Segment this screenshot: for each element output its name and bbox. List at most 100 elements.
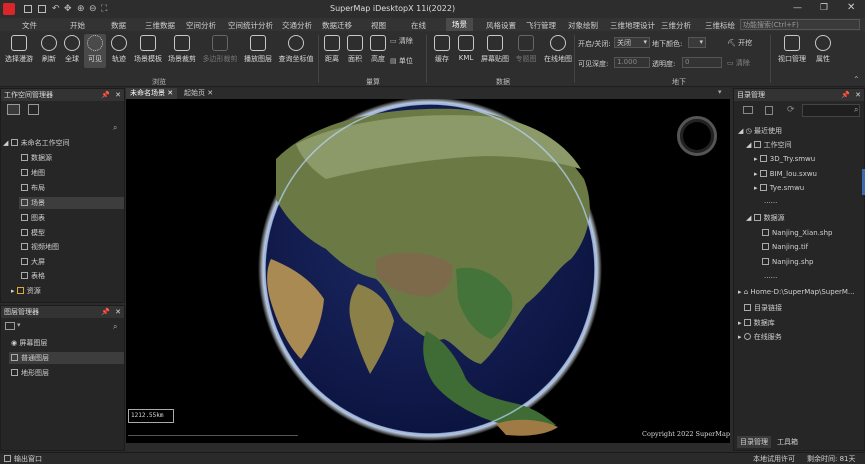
tree-item-model[interactable]: 模型 (21, 228, 45, 238)
tree-item-map[interactable]: 地图 (21, 168, 45, 178)
menu-start[interactable]: 开始 (70, 20, 85, 31)
tree-item-table[interactable]: 表格 (21, 271, 45, 281)
pin-icon[interactable]: 📌 (101, 89, 110, 101)
layer-add-icon[interactable] (5, 322, 15, 330)
workspace-toolbar-icon-2[interactable] (28, 104, 39, 115)
tree-item-layout[interactable]: 布局 (21, 183, 45, 193)
kml-button[interactable]: KML (456, 35, 476, 62)
menu-traffic-analysis[interactable]: 交通分析 (282, 20, 312, 31)
chevron-down-icon[interactable]: ▾ (17, 321, 21, 329)
tree-item-scene[interactable]: 场景 (19, 197, 124, 209)
tree-database[interactable]: ▸ 数据库 (738, 318, 775, 328)
undo-icon[interactable]: ↶ (52, 4, 60, 14)
tab-list-icon[interactable]: ▾ (718, 88, 722, 96)
pin-icon[interactable]: 📌 (101, 306, 110, 318)
tab-start-page[interactable]: 起始页 ✕ (180, 88, 217, 99)
close-icon[interactable]: ✕ (165, 89, 173, 97)
menu-3d-design[interactable]: 三维地理设计 (610, 20, 655, 31)
tree-item-dashboard[interactable]: 大屏 (21, 257, 45, 267)
menu-flight[interactable]: 飞行管理 (526, 20, 556, 31)
select-roam-button[interactable]: 选择漫游 (2, 35, 36, 64)
search-input[interactable]: 功能搜索(Ctrl+F) (740, 19, 860, 30)
new-folder-icon[interactable] (743, 106, 753, 114)
close-button[interactable]: ✕ (847, 2, 855, 13)
tree-home[interactable]: ▸ ⌂ Home-D:\SuperMap\SuperM... (738, 288, 855, 296)
distance-button[interactable]: 距离 (322, 35, 342, 64)
zoom-out-icon[interactable]: ⊖ (89, 4, 97, 14)
track-button[interactable]: 轨迹 (108, 35, 130, 64)
menu-spatial-analysis[interactable]: 空间分析 (186, 20, 216, 31)
workspace-toolbar-icon[interactable] (7, 104, 20, 115)
tree-item-video-map[interactable]: 视频地图 (21, 242, 59, 252)
transparency-input[interactable]: 0 (682, 57, 722, 68)
close-icon[interactable]: ✕ (205, 89, 213, 97)
tree-item-chart[interactable]: 图表 (21, 213, 45, 223)
menu-online[interactable]: 在线 (411, 20, 426, 31)
scene-clip-button[interactable]: 场景裁剪 (165, 35, 199, 64)
maximize-button[interactable]: ❐ (820, 3, 828, 13)
tree-item-datasource[interactable]: 数据源 (21, 153, 52, 163)
full-extent-icon[interactable]: ⛶ (101, 4, 107, 14)
properties-button[interactable]: 属性 (812, 35, 834, 64)
close-icon[interactable]: ✕ (855, 89, 861, 101)
tree-ds-nanjing-tif[interactable]: Nanjing.tif (762, 243, 808, 251)
tree-file-tye[interactable]: ▸ Tye.smwu (754, 184, 804, 192)
pin-icon[interactable]: 📌 (841, 89, 850, 101)
scene-template-button[interactable]: 场景模板 (131, 35, 165, 64)
tree-file-bim-lou[interactable]: ▸ BIM_lou.sxwu (754, 170, 817, 178)
tree-workspace[interactable]: ◢ 工作空间 (746, 140, 792, 150)
refresh-button[interactable]: 刷新 (38, 35, 60, 64)
search-icon[interactable]: ⌕ (113, 123, 117, 133)
underground-color-picker[interactable]: ▾ (688, 37, 706, 48)
more-datasource[interactable]: ...... (764, 272, 777, 280)
play-layer-button[interactable]: 播放图层 (241, 35, 275, 64)
refresh-icon[interactable]: ⟳ (787, 105, 795, 115)
layer-item-normal[interactable]: 普通图层 (9, 352, 124, 364)
menu-3d-plot[interactable]: 三维标绘 (705, 20, 735, 31)
collapse-ribbon-icon[interactable]: ⌃ (853, 75, 860, 84)
area-button[interactable]: 面积 (345, 35, 365, 64)
minimize-button[interactable]: — (793, 3, 802, 13)
screen-map-button[interactable]: 屏幕贴图 (478, 35, 512, 64)
tab-directory[interactable]: 目录管理 (737, 436, 771, 448)
cache-button[interactable]: 缓存 (430, 35, 454, 64)
visible-button[interactable]: 可见 (84, 34, 106, 68)
tab-toolbox[interactable]: 工具箱 (774, 436, 801, 448)
unit-button[interactable]: ▤ 单位 (390, 56, 420, 66)
search-icon[interactable]: ⌕ (854, 105, 858, 115)
menu-spatial-statistics[interactable]: 空间统计分析 (228, 20, 273, 31)
workspace-root[interactable]: ◢ 未命名工作空间 (3, 138, 70, 148)
open-icon[interactable] (38, 5, 46, 13)
save-icon[interactable] (24, 5, 32, 13)
layer-item-screen[interactable]: ◉ 屏幕图层 (11, 338, 47, 348)
tree-recent[interactable]: ◢ ◷ 最近使用 (738, 126, 782, 136)
query-coord-button[interactable]: 查询坐标值 (276, 35, 316, 64)
output-window-button[interactable]: 输出窗口 (4, 454, 42, 464)
menu-3d-analysis[interactable]: 三维分析 (661, 20, 691, 31)
menu-scene[interactable]: 场景 (446, 18, 473, 31)
excavate-button[interactable]: ⛏ 开挖 (727, 38, 752, 48)
scene-viewport[interactable]: 1212.55km Copyright 2022 SuperMap (126, 99, 730, 443)
menu-draw[interactable]: 对象绘制 (568, 20, 598, 31)
zoom-in-icon[interactable]: ⊕ (77, 4, 85, 14)
menu-file[interactable]: 文件 (22, 20, 37, 31)
tree-file-3d-try[interactable]: ▸ 3D_Try.smwu (754, 155, 815, 163)
menu-data[interactable]: 数据 (111, 20, 126, 31)
search-icon[interactable]: ⌕ (113, 322, 117, 332)
pan-icon[interactable]: ✥ (64, 4, 72, 14)
layer-item-terrain[interactable]: 地形图层 (11, 368, 49, 378)
more-workspace[interactable]: ...... (764, 197, 777, 205)
tree-ds-nanjing-xian[interactable]: Nanjing_Xian.shp (762, 229, 832, 237)
directory-search-input[interactable] (802, 104, 860, 117)
tree-dir-link[interactable]: 目录链接 (744, 303, 782, 313)
viewport-manage-button[interactable]: 视口管理 (774, 35, 810, 64)
tree-online-service[interactable]: ▸ 在线服务 (738, 332, 782, 342)
depth-input[interactable]: 1.000 (614, 57, 650, 68)
online-map-button[interactable]: 在线地图 (541, 35, 575, 64)
menu-3d-data[interactable]: 三维数据 (145, 20, 175, 31)
delete-icon[interactable] (765, 106, 773, 115)
tree-item-resources[interactable]: ▸ 资源 (11, 286, 41, 296)
height-button[interactable]: 高度 (368, 35, 388, 64)
compass-navigation[interactable] (677, 116, 717, 156)
tree-datasource[interactable]: ◢ 数据源 (746, 213, 785, 223)
